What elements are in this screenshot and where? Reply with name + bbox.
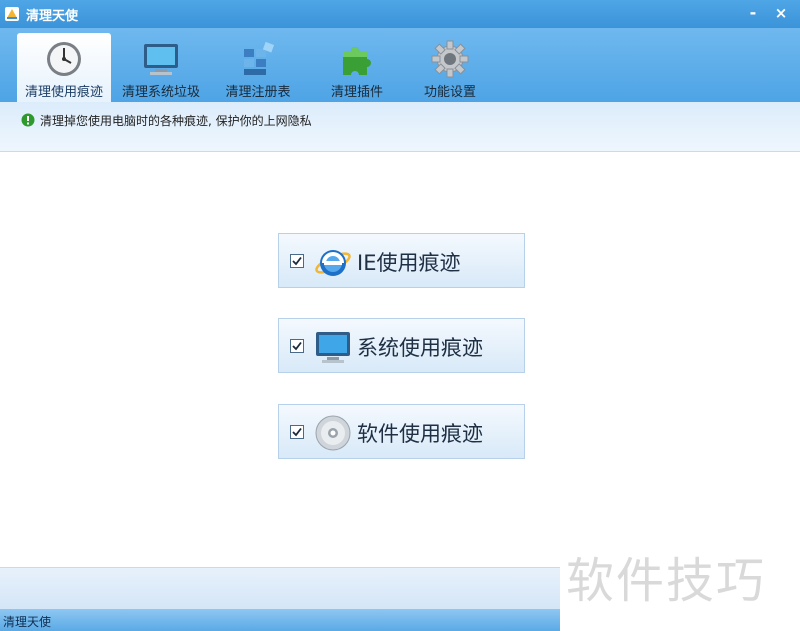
close-button[interactable]: × bbox=[770, 3, 792, 23]
option-software-traces[interactable]: 软件使用痕迹 bbox=[278, 404, 525, 459]
checkbox-checked-icon[interactable] bbox=[290, 254, 304, 268]
gear-icon bbox=[431, 40, 469, 78]
checkbox-checked-icon[interactable] bbox=[290, 339, 304, 353]
watermark: 软件技巧 bbox=[566, 553, 767, 609]
tab-label: 清理系统垃圾 bbox=[121, 85, 200, 100]
info-bar: 清理掉您使用电脑时的各种痕迹, 保护你的上网隐私 bbox=[0, 102, 800, 152]
tab-label: 清理使用痕迹 bbox=[24, 85, 103, 100]
tab-label: 功能设置 bbox=[423, 85, 476, 100]
ie-icon bbox=[315, 250, 351, 276]
window-title: 清理天使 bbox=[26, 9, 79, 24]
info-icon bbox=[21, 113, 35, 127]
tab-label: 清理注册表 bbox=[225, 85, 291, 100]
checkbox-checked-icon[interactable] bbox=[290, 425, 304, 439]
monitor-icon bbox=[144, 44, 178, 75]
tab-label: 清理插件 bbox=[330, 85, 383, 100]
option-label: 系统使用痕迹 bbox=[357, 336, 483, 360]
option-label: 软件使用痕迹 bbox=[357, 422, 483, 446]
tab-clean-plugins[interactable]: 清理插件 bbox=[310, 33, 404, 102]
tab-clean-registry[interactable]: 清理注册表 bbox=[211, 33, 305, 102]
option-system-traces[interactable]: 系统使用痕迹 bbox=[278, 318, 525, 373]
option-ie-traces[interactable]: IE使用痕迹 bbox=[278, 233, 525, 288]
puzzle-icon bbox=[343, 47, 371, 75]
status-bar: 清理天使 bbox=[0, 609, 560, 631]
title-bar[interactable]: 清理天使 - × bbox=[0, 0, 800, 28]
tab-clean-traces[interactable]: 清理使用痕迹 bbox=[17, 33, 111, 102]
option-label: IE使用痕迹 bbox=[357, 251, 461, 275]
info-text: 清理掉您使用电脑时的各种痕迹, 保护你的上网隐私 bbox=[40, 114, 312, 128]
computer-icon bbox=[316, 332, 350, 363]
tab-settings[interactable]: 功能设置 bbox=[403, 33, 497, 102]
app-window: 清理天使 - × 清理使用痕迹 清理系统垃圾 清理注册表 清理插件 功能设置 清… bbox=[0, 0, 800, 631]
minimize-button[interactable]: - bbox=[742, 3, 764, 23]
clock-icon bbox=[47, 42, 81, 76]
disc-icon bbox=[315, 415, 351, 451]
bottom-panel bbox=[0, 567, 560, 609]
main-toolbar: 清理使用痕迹 清理系统垃圾 清理注册表 清理插件 功能设置 bbox=[0, 28, 800, 102]
app-logo-icon bbox=[5, 7, 19, 21]
tab-clean-system[interactable]: 清理系统垃圾 bbox=[114, 33, 208, 102]
registry-icon bbox=[244, 41, 275, 75]
status-text: 清理天使 bbox=[3, 615, 52, 629]
